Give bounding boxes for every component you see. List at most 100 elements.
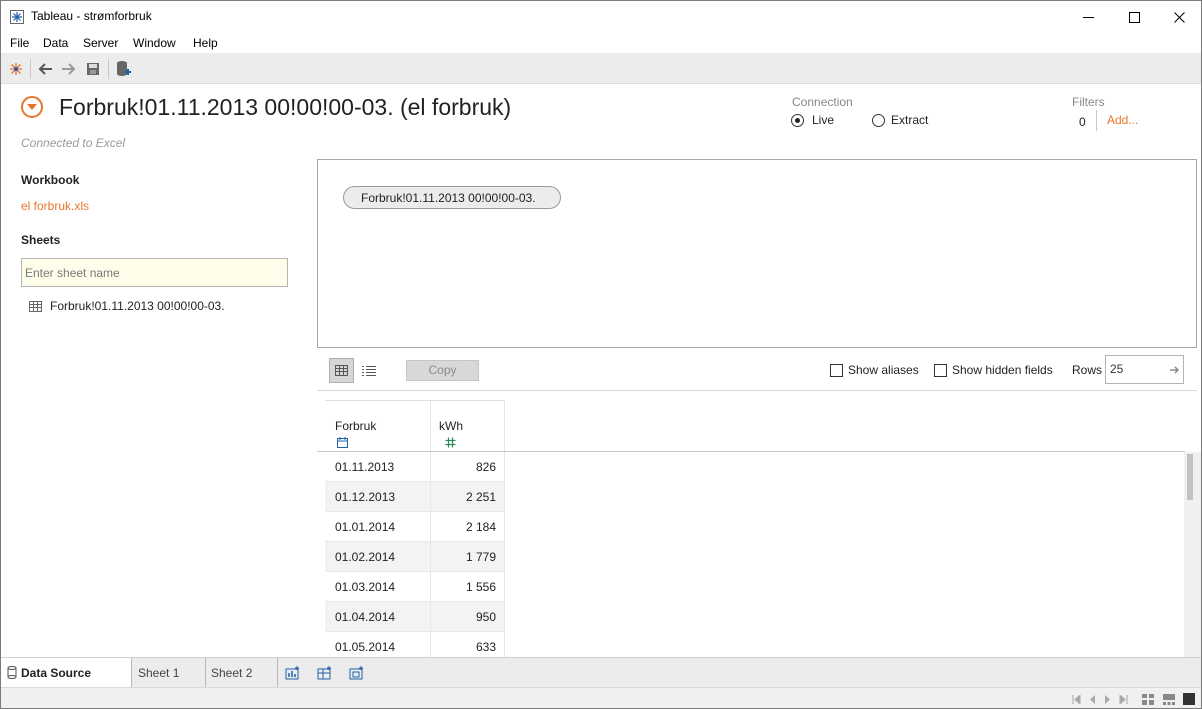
show-hidden-fields-label[interactable]: Show hidden fields <box>952 363 1053 377</box>
menu-window[interactable]: Window <box>133 36 176 50</box>
sheet-list-item[interactable]: Forbruk!01.11.2013 00!00!00-03. <box>29 297 225 315</box>
show-aliases-checkbox[interactable] <box>830 364 843 377</box>
previous-sheet-icon[interactable] <box>1085 692 1099 706</box>
datasource-header: Forbruk!01.11.2013 00!00!00-03. (el forb… <box>1 85 1201 159</box>
column-header-forbruk[interactable]: Forbruk <box>325 401 431 453</box>
toolbar-separator <box>108 59 109 79</box>
rows-apply-arrow-icon[interactable] <box>1170 364 1180 378</box>
toolbar <box>1 53 1201 84</box>
table-cell: 2 251 <box>431 482 505 512</box>
show-hidden-fields-checkbox[interactable] <box>934 364 947 377</box>
tab-label: Data Source <box>21 666 92 680</box>
grid-header: Forbruk kWh <box>325 400 505 453</box>
datasource-title[interactable]: Forbruk!01.11.2013 00!00!00-03. (el forb… <box>59 94 511 121</box>
tab-label: Sheet 1 <box>138 666 180 680</box>
new-worksheet-icon[interactable] <box>284 665 302 681</box>
table-row: 01.04.2014 950 <box>325 602 505 632</box>
column-name: Forbruk <box>335 419 377 433</box>
show-sheet-sorter-icon[interactable] <box>1141 692 1155 706</box>
column-name: kWh <box>439 419 463 433</box>
calendar-icon <box>337 437 348 451</box>
table-cell: 01.03.2014 <box>325 572 431 602</box>
grid-view-icon <box>335 365 348 376</box>
table-cell: 01.01.2014 <box>325 512 431 542</box>
save-icon[interactable] <box>82 58 104 80</box>
show-filmstrip-icon[interactable] <box>1162 692 1176 706</box>
live-label[interactable]: Live <box>812 113 834 127</box>
table-cell: 01.02.2014 <box>325 542 431 572</box>
table-grid-icon <box>29 300 42 312</box>
grid-view-button[interactable] <box>329 358 354 383</box>
sheet-list-item-label: Forbruk!01.11.2013 00!00!00-03. <box>50 299 225 313</box>
title-bar: Tableau - strømforbruk <box>1 1 1201 33</box>
table-row: 01.05.2014 633 <box>325 632 505 657</box>
tab-data-source[interactable]: Data Source <box>1 658 132 688</box>
scrollbar-thumb[interactable] <box>1187 454 1193 500</box>
menu-server[interactable]: Server <box>83 36 118 50</box>
menu-data[interactable]: Data <box>43 36 68 50</box>
minimize-button[interactable] <box>1065 1 1111 33</box>
left-pane: Workbook el forbruk.xls Sheets Forbruk!0… <box>1 159 301 657</box>
tableau-home-icon[interactable] <box>5 58 27 80</box>
table-row: 01.12.2013 2 251 <box>325 482 505 512</box>
number-icon <box>445 437 456 451</box>
grid-vertical-scrollbar[interactable] <box>1184 452 1201 657</box>
table-cell: 01.04.2014 <box>325 602 431 632</box>
table-cell: 1 556 <box>431 572 505 602</box>
close-button[interactable] <box>1156 1 1201 33</box>
datasource-menu-icon[interactable] <box>21 96 43 118</box>
sheet-tab-bar: Data Source Sheet 1 Sheet 2 <box>1 657 1201 688</box>
list-view-button[interactable] <box>356 358 381 383</box>
rows-label: Rows <box>1072 363 1103 377</box>
next-sheet-icon[interactable] <box>1100 692 1114 706</box>
data-grid: Forbruk kWh 01.11.2013 826 01.12.2013 2 … <box>317 392 1201 657</box>
extract-radio[interactable] <box>872 114 885 127</box>
connection-label: Connection <box>792 95 853 109</box>
menu-file[interactable]: File <box>10 36 29 50</box>
datasource-icon <box>7 666 17 679</box>
tab-sheet-1[interactable]: Sheet 1 <box>132 658 206 688</box>
filters-label: Filters <box>1072 95 1105 109</box>
show-tabs-icon[interactable] <box>1182 692 1196 706</box>
table-pill[interactable]: Forbruk!01.11.2013 00!00!00-03. <box>343 186 561 209</box>
table-row: 01.11.2013 826 <box>325 452 505 482</box>
workbook-heading: Workbook <box>21 173 80 187</box>
grid-toolbar: Copy Show aliases Show hidden fields Row… <box>317 349 1197 391</box>
table-row: 01.01.2014 2 184 <box>325 512 505 542</box>
undo-arrow-icon[interactable] <box>34 58 56 80</box>
table-row: 01.03.2014 1 556 <box>325 572 505 602</box>
status-bar <box>1 687 1201 708</box>
last-sheet-icon[interactable] <box>1116 692 1130 706</box>
live-radio[interactable] <box>791 114 804 127</box>
column-header-kwh[interactable]: kWh <box>431 401 505 453</box>
table-cell: 633 <box>431 632 505 657</box>
toolbar-separator <box>30 59 31 79</box>
new-story-icon[interactable] <box>348 665 366 681</box>
filters-count: 0 <box>1079 115 1086 129</box>
first-sheet-icon[interactable] <box>1069 692 1083 706</box>
table-cell: 01.12.2013 <box>325 482 431 512</box>
maximize-button[interactable] <box>1111 1 1157 33</box>
workbook-file-link[interactable]: el forbruk.xls <box>21 199 89 213</box>
new-dashboard-icon[interactable] <box>316 665 334 681</box>
window-title: Tableau - strømforbruk <box>31 9 152 23</box>
table-cell: 01.05.2014 <box>325 632 431 657</box>
add-filter-link[interactable]: Add... <box>1107 113 1138 127</box>
filters-separator <box>1096 110 1097 131</box>
sheet-search-input[interactable] <box>21 258 288 287</box>
redo-arrow-icon[interactable] <box>58 58 80 80</box>
new-datasource-icon[interactable] <box>113 58 135 80</box>
menu-help[interactable]: Help <box>193 36 218 50</box>
join-canvas[interactable]: Forbruk!01.11.2013 00!00!00-03. <box>317 159 1197 348</box>
sheets-heading: Sheets <box>21 233 61 247</box>
table-cell: 826 <box>431 452 505 482</box>
copy-button[interactable]: Copy <box>406 360 479 381</box>
table-cell: 950 <box>431 602 505 632</box>
tab-sheet-2[interactable]: Sheet 2 <box>206 658 278 688</box>
tableau-window: Tableau - strømforbruk File Data Server … <box>0 0 1202 709</box>
connected-status: Connected to Excel <box>21 136 126 150</box>
list-view-icon <box>361 366 376 376</box>
show-aliases-label[interactable]: Show aliases <box>848 363 919 377</box>
extract-label[interactable]: Extract <box>891 113 928 127</box>
table-cell: 2 184 <box>431 512 505 542</box>
